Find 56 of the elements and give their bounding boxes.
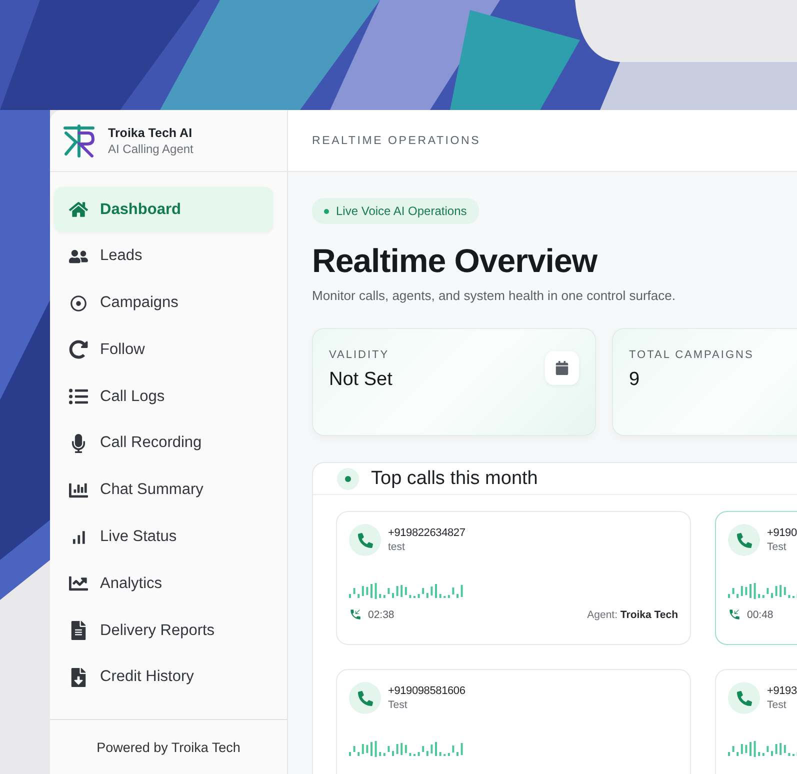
call-duration-icon	[349, 608, 362, 621]
nav-icon	[69, 668, 88, 687]
phone-number: +9190	[767, 527, 797, 539]
sidebar-item[interactable]: Dashboard	[54, 187, 273, 232]
call-card[interactable]: +9190 Test 00:48	[715, 511, 797, 645]
nav-icon	[69, 200, 88, 219]
sidebar-item[interactable]: Follow	[54, 327, 273, 372]
logo-icon	[62, 124, 96, 158]
nav-icon	[69, 574, 88, 594]
phone-icon	[349, 682, 381, 714]
footer-text: Powered by Troika Tech	[96, 740, 240, 754]
sidebar-item[interactable]: Delivery Reports	[54, 608, 273, 654]
sidebar-item[interactable]: Call Logs	[54, 374, 273, 420]
contact-name: test	[388, 541, 406, 553]
sidebar-item[interactable]: Call Recording	[54, 420, 273, 466]
stat-label: VALIDITY	[329, 349, 390, 361]
contact-name: Test	[767, 541, 788, 553]
call-card[interactable]: +9193 Test	[715, 669, 797, 774]
phone-number: +919098581606	[388, 685, 466, 697]
call-card[interactable]: +919098581606 Test	[336, 669, 691, 774]
page-title: Realtime Overview	[312, 242, 597, 280]
calendar-icon	[545, 351, 579, 385]
contact-name: Test	[767, 699, 788, 711]
phone-icon	[728, 682, 760, 714]
nav-icon	[69, 340, 88, 360]
sidebar-item[interactable]: Leads	[54, 234, 273, 279]
nav-icon	[69, 621, 88, 640]
stat-value: 9	[629, 369, 641, 391]
agent-label: Agent: Troika Tech	[587, 608, 678, 620]
nav-icon	[69, 294, 88, 313]
phone-number: +919822634827	[388, 527, 466, 539]
nav-icon	[69, 480, 88, 500]
stat-value: Not Set	[329, 369, 392, 391]
panel-title: Top calls this month	[371, 468, 538, 490]
phone-icon	[728, 524, 760, 556]
page-header-title: REALTIME OPERATIONS	[312, 134, 481, 146]
brand-tagline: AI Calling Agent	[108, 142, 194, 156]
brand-name: Troika Tech AI	[108, 126, 194, 140]
nav-icon	[69, 387, 88, 406]
page-subtitle: Monitor calls, agents, and system health in one control surface.	[312, 288, 676, 303]
call-duration-icon	[728, 608, 741, 621]
sidebar-item[interactable]: Credit History	[54, 654, 273, 700]
phone-icon	[349, 524, 381, 556]
sidebar-item[interactable]: Chat Summary	[54, 468, 273, 513]
sidebar-item[interactable]: Live Status	[54, 514, 273, 560]
stat-label: TOTAL CAMPAIGNS	[629, 349, 754, 361]
status-dot-icon	[337, 468, 359, 490]
sidebar-item[interactable]: Campaigns	[54, 280, 273, 326]
phone-number: +9193	[767, 685, 797, 697]
call-duration: 00:48	[747, 608, 774, 620]
sidebar-item[interactable]: Analytics	[54, 561, 273, 606]
call-card[interactable]: +919822634827 test 02:38 Agent: Troika Tech	[336, 511, 691, 645]
call-duration: 02:38	[368, 608, 394, 620]
contact-name: Test	[388, 699, 408, 711]
nav-icon	[69, 434, 88, 453]
live-badge: Live Voice AI Operations	[312, 198, 479, 224]
